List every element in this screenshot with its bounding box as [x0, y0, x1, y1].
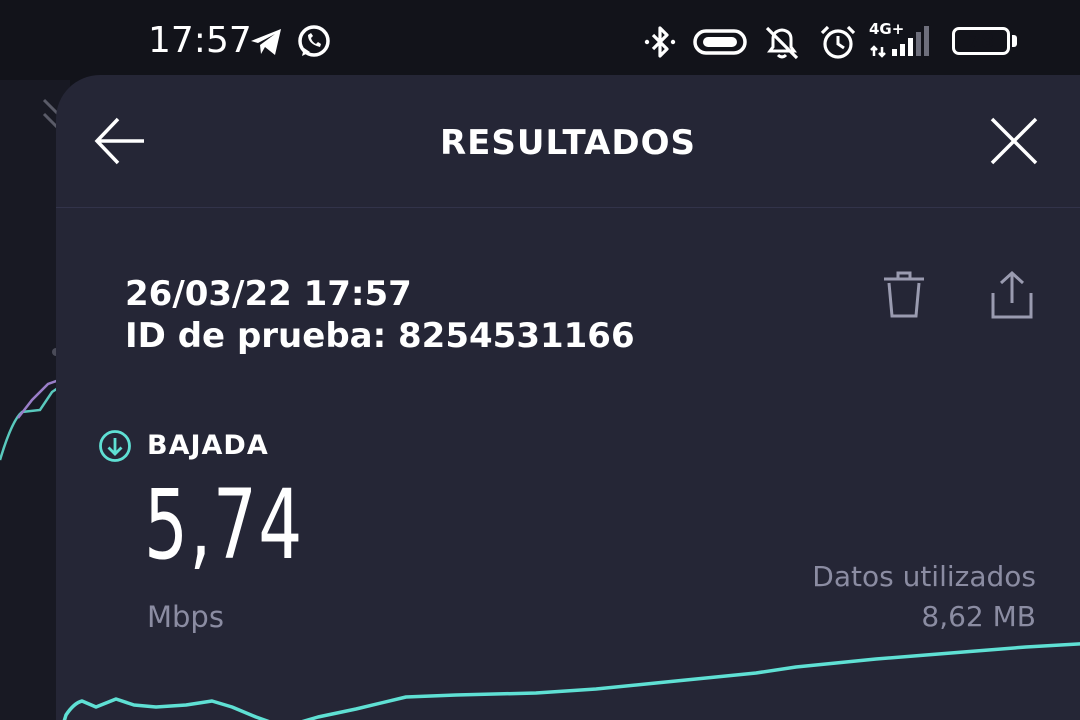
trash-icon[interactable]	[876, 267, 932, 323]
page-title: RESULTADOS	[439, 123, 697, 163]
data-used-value: 8,62 MB	[921, 600, 1036, 633]
telegram-icon	[251, 29, 281, 55]
battery-cap	[1012, 35, 1017, 47]
status-time: 17:57	[148, 20, 252, 61]
screen: 17:57 4G+ 78 RESULTADOS 26/03/22 17:57 I…	[0, 0, 1080, 720]
signal-icon	[870, 26, 929, 58]
results-sheet: RESULTADOS 26/03/22 17:57 ID de prueba: …	[56, 75, 1080, 720]
download-speed-unit: Mbps	[147, 600, 224, 634]
data-used-label: Datos utilizados	[812, 560, 1036, 593]
close-icon[interactable]	[982, 109, 1046, 173]
result-datetime: 26/03/22 17:57	[125, 274, 412, 314]
share-icon[interactable]	[984, 267, 1040, 323]
download-label: BAJADA	[147, 430, 269, 461]
speed-graph-line	[62, 642, 1080, 720]
battery-icon: 78	[952, 27, 1010, 55]
download-speed-value: 5,74	[144, 469, 304, 581]
muted-bell-icon	[765, 26, 799, 60]
battery-level: 78	[967, 30, 995, 52]
download-arrow-icon	[99, 430, 131, 462]
alarm-icon	[820, 25, 856, 59]
bluetooth-icon	[644, 26, 676, 58]
header: RESULTADOS	[56, 75, 1080, 208]
speed-graph	[62, 642, 1080, 720]
whatsapp-icon	[298, 25, 330, 57]
test-id: ID de prueba: 8254531166	[125, 316, 635, 356]
link-icon	[693, 29, 747, 55]
status-bar: 17:57 4G+ 78	[0, 0, 1080, 80]
